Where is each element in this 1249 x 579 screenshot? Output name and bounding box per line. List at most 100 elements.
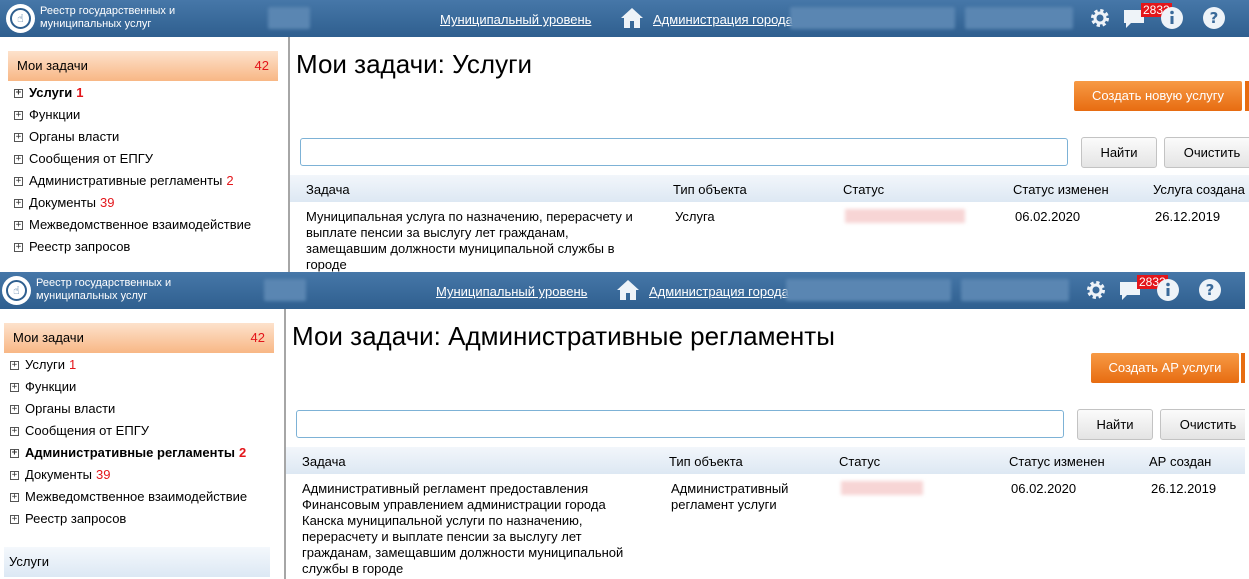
page-title: Мои задачи: Административные регламенты xyxy=(292,321,835,351)
gear-icon[interactable] xyxy=(1084,278,1108,302)
expand-icon[interactable]: + xyxy=(14,88,23,98)
nav-municipal-level[interactable]: Муниципальный уровень xyxy=(440,12,591,27)
row-status-redacted xyxy=(845,209,965,223)
expand-icon[interactable]: + xyxy=(14,220,23,230)
row-created: 26.12.2019 xyxy=(1151,481,1217,496)
expand-icon[interactable]: + xyxy=(14,198,23,208)
row-status-redacted xyxy=(841,481,923,495)
info-icon[interactable] xyxy=(1156,278,1180,302)
sidebar-item-interagency[interactable]: + Межведомственное взаимодействие xyxy=(14,214,251,236)
sidebar-item-label: Реестр запросов xyxy=(25,511,127,526)
sidebar-section-services[interactable]: Услуги xyxy=(4,547,270,577)
user-selector[interactable] xyxy=(965,7,1073,29)
nav-administration[interactable]: Администрация города xyxy=(649,284,789,299)
col-object-type[interactable]: Тип объекта xyxy=(669,454,743,469)
col-status-changed[interactable]: Статус изменен xyxy=(1013,182,1109,197)
col-task[interactable]: Задача xyxy=(306,182,350,197)
sidebar-item-label: Документы xyxy=(29,195,97,210)
sidebar-divider[interactable] xyxy=(284,309,286,579)
sidebar-item-admin-regulations[interactable]: + Административные регламенты 2 xyxy=(10,442,247,464)
app-title: Реестр государственных и муниципальных у… xyxy=(36,277,172,302)
sidebar-item-documents[interactable]: + Документы 39 xyxy=(10,464,247,486)
create-menu-toggle[interactable] xyxy=(1245,81,1249,111)
col-task[interactable]: Задача xyxy=(302,454,346,469)
svg-text:?: ? xyxy=(1206,281,1215,299)
sidebar-item-epgu-messages[interactable]: + Сообщения от ЕПГУ xyxy=(10,420,247,442)
sidebar-item-label: Органы власти xyxy=(29,129,120,144)
svg-text:?: ? xyxy=(1210,9,1219,27)
table-header: Задача Тип объекта Статус Статус изменен… xyxy=(286,447,1245,474)
sidebar-item-functions[interactable]: + Функции xyxy=(10,376,247,398)
region-selector[interactable] xyxy=(264,279,306,301)
sidebar-item-label: Межведомственное взаимодействие xyxy=(29,217,252,232)
sidebar-item-request-registry[interactable]: + Реестр запросов xyxy=(10,508,247,530)
home-icon[interactable] xyxy=(620,6,644,30)
row-status-changed: 06.02.2020 xyxy=(1011,481,1077,496)
help-icon[interactable]: ? xyxy=(1202,6,1226,30)
expand-icon[interactable]: + xyxy=(14,242,23,252)
sidebar-header-my-tasks[interactable]: Мои задачи 42 xyxy=(4,323,274,353)
expand-icon[interactable]: + xyxy=(14,176,23,186)
sidebar-item-label: Услуги xyxy=(25,357,65,372)
top-bar: ☝ Реестр государственных и муниципальных… xyxy=(0,0,1249,37)
sidebar-item-label: Функции xyxy=(25,379,77,394)
user-selector[interactable] xyxy=(961,279,1069,301)
sidebar-item-request-registry[interactable]: + Реестр запросов xyxy=(14,236,251,258)
create-menu-toggle[interactable] xyxy=(1241,353,1245,383)
help-icon[interactable]: ? xyxy=(1198,278,1222,302)
col-status[interactable]: Статус xyxy=(839,454,880,469)
col-object-type[interactable]: Тип объекта xyxy=(673,182,747,197)
search-input[interactable] xyxy=(296,410,1064,438)
logo-icon[interactable]: ☝ xyxy=(6,4,35,33)
sidebar-item-label: Документы xyxy=(25,467,93,482)
search-input[interactable] xyxy=(300,138,1068,166)
col-status-changed[interactable]: Статус изменен xyxy=(1009,454,1105,469)
find-button[interactable]: Найти xyxy=(1081,137,1157,168)
expand-icon[interactable]: + xyxy=(10,514,19,524)
nav-municipal-level[interactable]: Муниципальный уровень xyxy=(436,284,587,299)
expand-icon[interactable]: + xyxy=(14,154,23,164)
expand-icon[interactable]: + xyxy=(10,426,19,436)
sidebar-list: + Услуги 1 + Функции + Органы власти + Сообще… xyxy=(14,82,251,258)
logo-icon[interactable]: ☝ xyxy=(2,276,31,305)
expand-icon[interactable]: + xyxy=(10,470,19,480)
sidebar-item-functions[interactable]: + Функции xyxy=(14,104,251,126)
sidebar-item-admin-regulations[interactable]: + Административные регламенты 2 xyxy=(14,170,251,192)
clear-button[interactable]: Очистить xyxy=(1160,409,1245,440)
clear-button[interactable]: Очистить xyxy=(1164,137,1249,168)
expand-icon[interactable]: + xyxy=(10,448,19,458)
create-ar-button[interactable]: Создать АР услуги xyxy=(1091,353,1239,383)
expand-icon[interactable]: + xyxy=(14,110,23,120)
sidebar-item-services[interactable]: + Услуги 1 xyxy=(14,82,251,104)
row-task[interactable]: Административный регламент предоставлени… xyxy=(302,481,632,577)
expand-icon[interactable]: + xyxy=(10,492,19,502)
sidebar: Мои задачи 42 + Услуги 1 + Функции + Органы … xyxy=(0,309,284,579)
expand-icon[interactable]: + xyxy=(10,404,19,414)
organization-selector[interactable] xyxy=(790,7,955,29)
sidebar-divider[interactable] xyxy=(288,37,290,272)
sidebar-item-documents[interactable]: + Документы 39 xyxy=(14,192,251,214)
row-task[interactable]: Муниципальная услуга по назначению, пере… xyxy=(306,209,646,272)
sidebar-header-my-tasks[interactable]: Мои задачи 42 xyxy=(8,51,278,81)
expand-icon[interactable]: + xyxy=(10,360,19,370)
info-icon[interactable] xyxy=(1160,6,1184,30)
row-object-type: Административный регламент услуги xyxy=(671,481,789,512)
expand-icon[interactable]: + xyxy=(14,132,23,142)
gear-icon[interactable] xyxy=(1088,6,1112,30)
sidebar-item-interagency[interactable]: + Межведомственное взаимодействие xyxy=(10,486,247,508)
nav-administration[interactable]: Администрация города xyxy=(653,12,793,27)
sidebar-item-authorities[interactable]: + Органы власти xyxy=(10,398,247,420)
region-selector[interactable] xyxy=(268,7,310,29)
col-status[interactable]: Статус xyxy=(843,182,884,197)
sidebar-item-label: Реестр запросов xyxy=(29,239,131,254)
expand-icon[interactable]: + xyxy=(10,382,19,392)
col-created[interactable]: АР создан xyxy=(1149,454,1211,469)
sidebar-item-authorities[interactable]: + Органы власти xyxy=(14,126,251,148)
organization-selector[interactable] xyxy=(786,279,951,301)
sidebar-item-epgu-messages[interactable]: + Сообщения от ЕПГУ xyxy=(14,148,251,170)
create-service-button[interactable]: Создать новую услугу xyxy=(1074,81,1242,111)
home-icon[interactable] xyxy=(616,278,640,302)
col-created[interactable]: Услуга создана xyxy=(1153,182,1245,197)
find-button[interactable]: Найти xyxy=(1077,409,1153,440)
sidebar-item-services[interactable]: + Услуги 1 xyxy=(10,354,247,376)
